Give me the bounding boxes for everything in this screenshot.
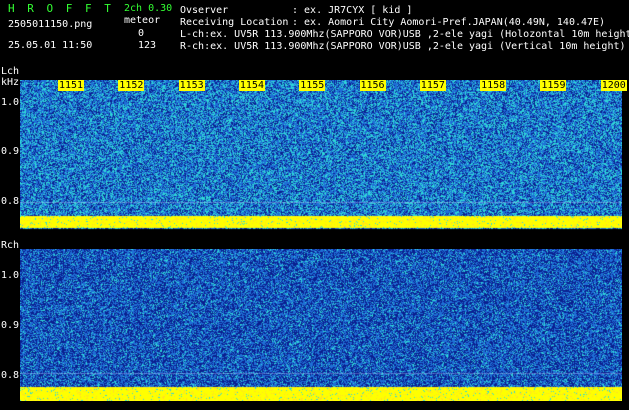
time-label-1158: 1158 <box>480 80 507 91</box>
lch-meteor-count: 0 <box>138 28 145 39</box>
observer-value: : ex. JR7CYX [ kid ] <box>292 5 413 16</box>
time-label-1159: 1159 <box>540 80 567 91</box>
observer-label: Ovserver <box>180 5 229 16</box>
time-axis: 1151 1152 1153 1154 1155 1156 1157 1158 1159 1200 <box>0 80 629 92</box>
rch-waterfall-canvas <box>20 249 622 401</box>
rch-ytick-1: 1.0 <box>1 270 20 281</box>
channel-label: 2ch 0.30 <box>124 3 173 14</box>
time-label-1153: 1153 <box>178 80 205 91</box>
rch-ytick-2: 0.9 <box>1 320 20 331</box>
rch-receiver-info: R-ch:ex. UV5R 113.900Mhz(SAPPORO VOR)USB… <box>180 41 626 52</box>
time-label-1152: 1152 <box>118 80 145 91</box>
time-label-1200: 1200 <box>600 80 627 91</box>
lch-label: Lch <box>1 66 20 77</box>
rch-spectrogram[interactable] <box>20 249 622 401</box>
lch-spectrogram[interactable] <box>20 80 622 232</box>
rch-label: Rch <box>1 240 20 251</box>
datetime: 25.05.01 11:50 <box>8 40 93 51</box>
meteor-label: meteor <box>124 15 161 26</box>
location-value: : ex. Aomori City Aomori-Pref.JAPAN(40.4… <box>292 17 606 28</box>
lch-waterfall-canvas <box>20 80 622 232</box>
time-label-1151: 1151 <box>58 80 85 91</box>
location-label: Receiving Location <box>180 17 289 28</box>
lch-ytick-2: 0.9 <box>1 146 20 157</box>
rch-ytick-3: 0.8 <box>1 370 20 381</box>
filename: 2505011150.png <box>8 19 93 30</box>
time-label-1155: 1155 <box>299 80 326 91</box>
rch-meteor-count: 123 <box>138 40 157 51</box>
time-label-1157: 1157 <box>419 80 446 91</box>
time-label-1156: 1156 <box>359 80 386 91</box>
lch-receiver-info: L-ch:ex. UV5R 113.900Mhz(SAPPORO VOR)USB… <box>180 29 629 40</box>
lch-ytick-1: 1.0 <box>1 97 20 108</box>
lch-ytick-3: 0.8 <box>1 196 20 207</box>
time-label-1154: 1154 <box>238 80 265 91</box>
app-logo: H R O F F T <box>8 2 114 15</box>
